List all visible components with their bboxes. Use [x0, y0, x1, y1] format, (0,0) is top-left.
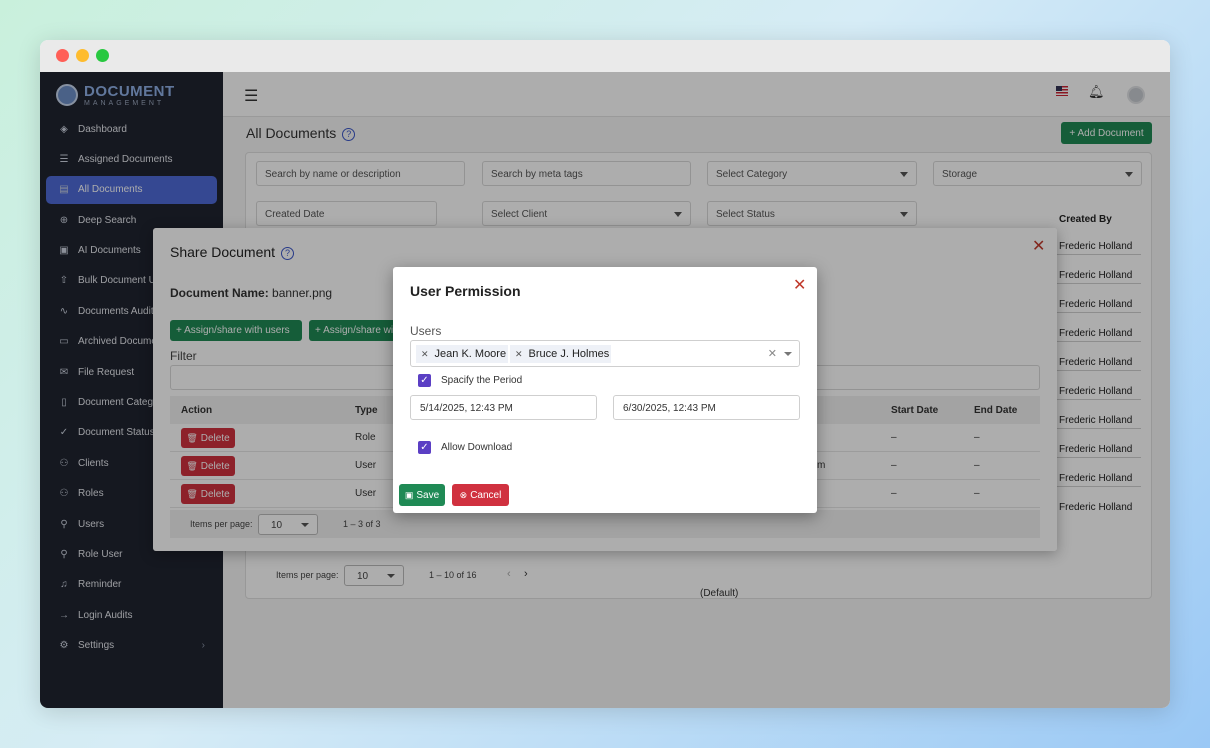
user-chip: ✕ Bruce J. Holmes [510, 345, 611, 363]
save-label: Save [416, 489, 440, 501]
start-date-input[interactable]: 5/14/2025, 12:43 PM [410, 395, 597, 420]
cancel-button[interactable]: ⊗ Cancel [452, 484, 509, 506]
close-icon[interactable]: ✕ [793, 275, 806, 295]
minimize-window-dot[interactable] [76, 49, 89, 62]
users-multiselect[interactable]: ✕ Jean K. Moore ✕ Bruce J. Holmes ✕ [410, 340, 800, 367]
specify-period-label: Spacify the Period [441, 375, 523, 386]
save-icon: ▣ [404, 489, 414, 500]
window-titlebar [40, 40, 1170, 72]
remove-chip-icon[interactable]: ✕ [421, 349, 429, 360]
users-label: Users [410, 324, 442, 338]
specify-period-checkbox[interactable]: ✓ [418, 374, 431, 387]
user-permission-dialog: User Permission ✕ Users ✕ Jean K. Moore ✕… [393, 267, 817, 513]
allow-download-label: Allow Download [441, 442, 513, 453]
cancel-label: Cancel [470, 489, 502, 501]
allow-download-checkbox[interactable]: ✓ [418, 441, 431, 454]
user-chip-label: Bruce J. Holmes [528, 348, 610, 360]
end-date-input[interactable]: 6/30/2025, 12:43 PM [613, 395, 800, 420]
remove-chip-icon[interactable]: ✕ [515, 349, 523, 360]
save-button[interactable]: ▣ Save [399, 484, 445, 506]
close-window-dot[interactable] [56, 49, 69, 62]
clear-icon[interactable]: ✕ [768, 347, 777, 360]
chevron-down-icon[interactable] [784, 352, 792, 356]
maximize-window-dot[interactable] [96, 49, 109, 62]
user-chip: ✕ Jean K. Moore [416, 345, 508, 363]
user-chip-label: Jean K. Moore [434, 348, 507, 360]
cancel-circle-icon: ⊗ [459, 489, 468, 500]
permission-dialog-title: User Permission [410, 283, 521, 299]
